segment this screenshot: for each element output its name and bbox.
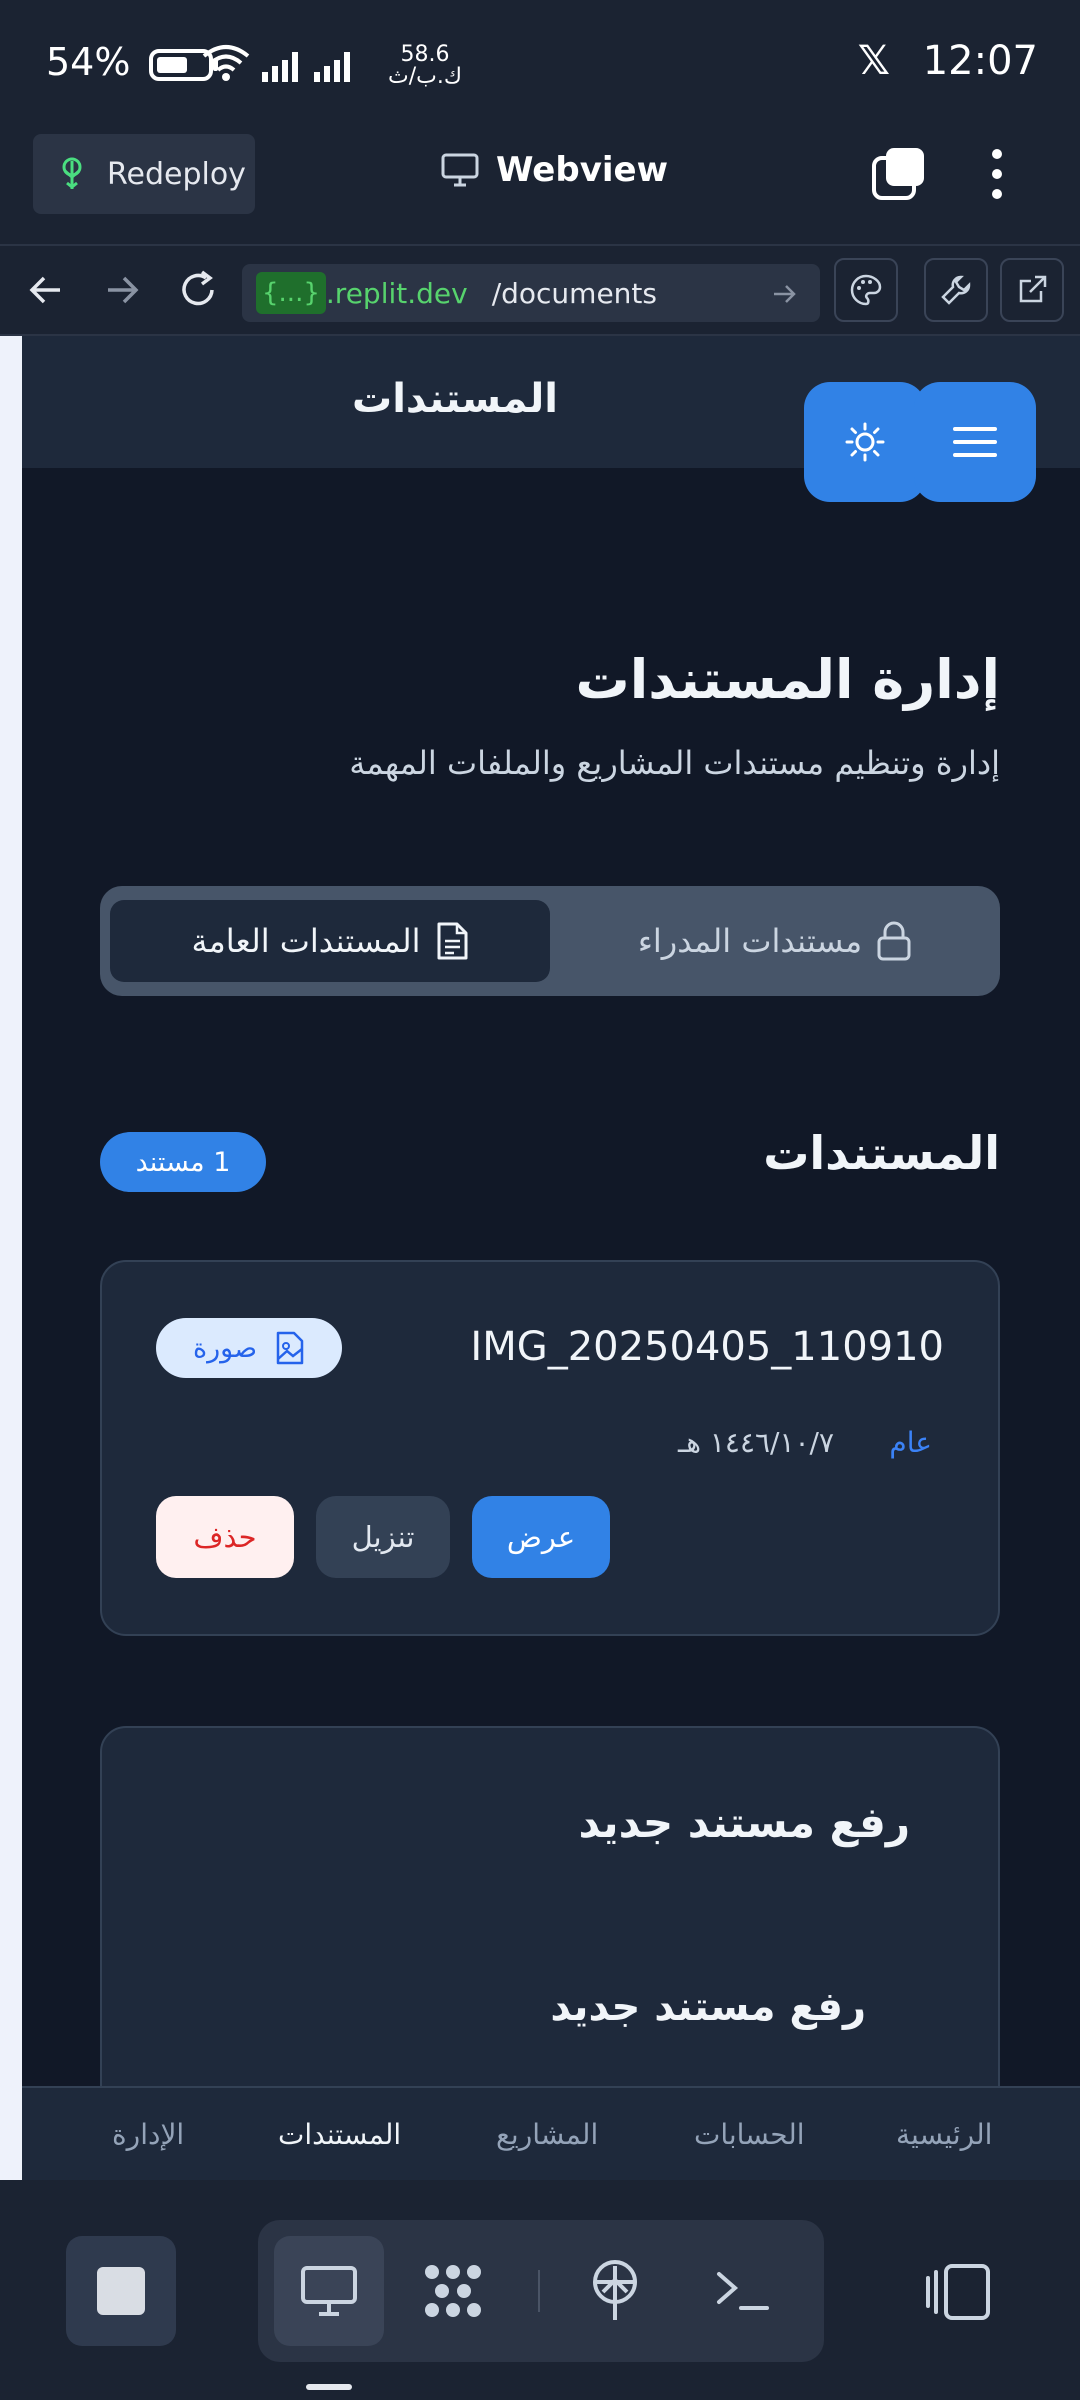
url-input[interactable]: {...} .replit.dev /documents	[242, 264, 820, 322]
dock-tools	[258, 2220, 824, 2362]
switch-panes-icon[interactable]	[924, 2262, 994, 2322]
nav-item-admin[interactable]: الإدارة	[112, 2118, 184, 2151]
tab-managers-label: مستندات المدراء	[637, 922, 863, 960]
battery-indicator: 54%	[46, 40, 219, 84]
file-text-icon	[437, 922, 468, 960]
app-bottom-nav: الرئيسية الحسابات المشاريع المستندات الإ…	[22, 2086, 1080, 2180]
status-bar: 54% 58.6 ك.ب/ث 𝕏 12:07	[0, 0, 1080, 130]
redeploy-button[interactable]: Redeploy	[33, 134, 255, 214]
network-speed: 58.6 ك.ب/ث	[388, 44, 462, 88]
document-name: IMG_20250405_110910	[470, 1324, 944, 1370]
webview-edge	[0, 336, 22, 2180]
image-file-icon	[276, 1331, 304, 1365]
forward-arrow-icon[interactable]	[96, 264, 148, 316]
menu-button[interactable]	[914, 382, 1036, 502]
battery-text: 54%	[46, 40, 131, 84]
palette-button[interactable]	[834, 258, 898, 322]
dock-webview-button[interactable]	[274, 2236, 384, 2346]
delete-button[interactable]: حذف	[156, 1496, 294, 1578]
redeploy-label: Redeploy	[107, 156, 246, 192]
monitor-icon	[441, 153, 479, 187]
document-type-label: صورة	[192, 1332, 258, 1364]
terminal-icon	[717, 2272, 769, 2310]
webview-tab[interactable]: Webview	[440, 150, 668, 190]
tab-public-label: المستندات العامة	[191, 922, 421, 960]
deploy-globe-icon	[593, 2260, 637, 2320]
webview-content: المستندات إدارة المستندات إدارة وتنظيم م…	[0, 336, 1080, 2180]
theme-toggle-button[interactable]	[804, 382, 926, 502]
network-speed-unit: ك.ب/ث	[388, 64, 462, 89]
app-header: المستندات	[22, 336, 1080, 502]
hamburger-icon	[953, 427, 997, 457]
url-bar: {...} .replit.dev /documents	[0, 246, 1080, 336]
page-title: إدارة المستندات	[575, 648, 1001, 711]
documents-section-title: المستندات	[763, 1126, 1000, 1180]
dock-deploy-button[interactable]	[560, 2236, 670, 2346]
document-tabs: المستندات العامة مستندات المدراء	[100, 886, 1000, 996]
replit-dock	[0, 2180, 1080, 2400]
agent-icon	[425, 2265, 481, 2317]
url-path: /documents	[491, 276, 657, 310]
nav-item-home[interactable]: الرئيسية	[896, 2118, 992, 2151]
devtools-button[interactable]	[924, 258, 988, 322]
go-arrow-icon[interactable]	[770, 280, 798, 308]
nav-item-documents[interactable]: المستندات	[278, 2118, 401, 2151]
dock-agent-button[interactable]	[398, 2236, 508, 2346]
refresh-icon[interactable]	[172, 264, 224, 316]
stop-button[interactable]	[66, 2236, 176, 2346]
download-button[interactable]: تنزيل	[316, 1496, 450, 1578]
clock: 12:07	[922, 38, 1038, 84]
tab-managers-documents[interactable]: مستندات المدراء	[560, 900, 990, 982]
external-link-icon	[1019, 275, 1047, 303]
monitor-icon	[301, 2266, 357, 2316]
tab-public-documents[interactable]: المستندات العامة	[110, 900, 550, 982]
tabs-icon[interactable]	[870, 146, 926, 202]
view-button[interactable]: عرض	[472, 1496, 610, 1578]
gesture-bar	[306, 2384, 352, 2390]
document-type-badge: صورة	[156, 1318, 342, 1378]
back-arrow-icon[interactable]	[20, 264, 72, 316]
nav-item-projects[interactable]: المشاريع	[496, 2118, 598, 2151]
upload-form-title: رفع مستند جديد	[550, 1984, 866, 2030]
more-menu-icon[interactable]	[982, 144, 1012, 204]
deploy-icon	[62, 157, 82, 189]
document-date: ١٤٤٦/١٠/٧ هـ	[677, 1426, 834, 1459]
stop-icon	[97, 2267, 145, 2315]
app-header-title: المستندات	[352, 376, 558, 422]
signal-icon	[262, 52, 350, 82]
dock-separator	[538, 2270, 540, 2312]
nav-item-accounts[interactable]: الحسابات	[694, 2118, 805, 2151]
document-count-badge: 1 مستند	[100, 1132, 266, 1192]
lock-icon	[877, 921, 911, 961]
repl-badge: {...}	[256, 272, 326, 314]
sun-icon	[845, 422, 885, 462]
document-card: IMG_20250405_110910 صورة عام ١٤٤٦/١٠/٧ ه…	[100, 1260, 1000, 1636]
open-external-button[interactable]	[1000, 258, 1064, 322]
palette-icon	[850, 274, 882, 306]
document-category: عام	[889, 1426, 932, 1459]
dock-shell-button[interactable]	[688, 2236, 798, 2346]
network-speed-value: 58.6	[400, 42, 450, 67]
wifi-icon	[202, 45, 250, 81]
webview-label: Webview	[496, 150, 668, 190]
replit-toolbar: Redeploy Webview	[0, 130, 1080, 246]
wrench-icon	[941, 275, 971, 305]
upload-card-title: رفع مستند جديد	[578, 1798, 910, 1847]
url-host: .replit.dev	[325, 276, 468, 310]
x-icon: 𝕏	[857, 38, 890, 84]
page-subtitle: إدارة وتنظيم مستندات المشاريع والملفات ا…	[349, 744, 1000, 782]
